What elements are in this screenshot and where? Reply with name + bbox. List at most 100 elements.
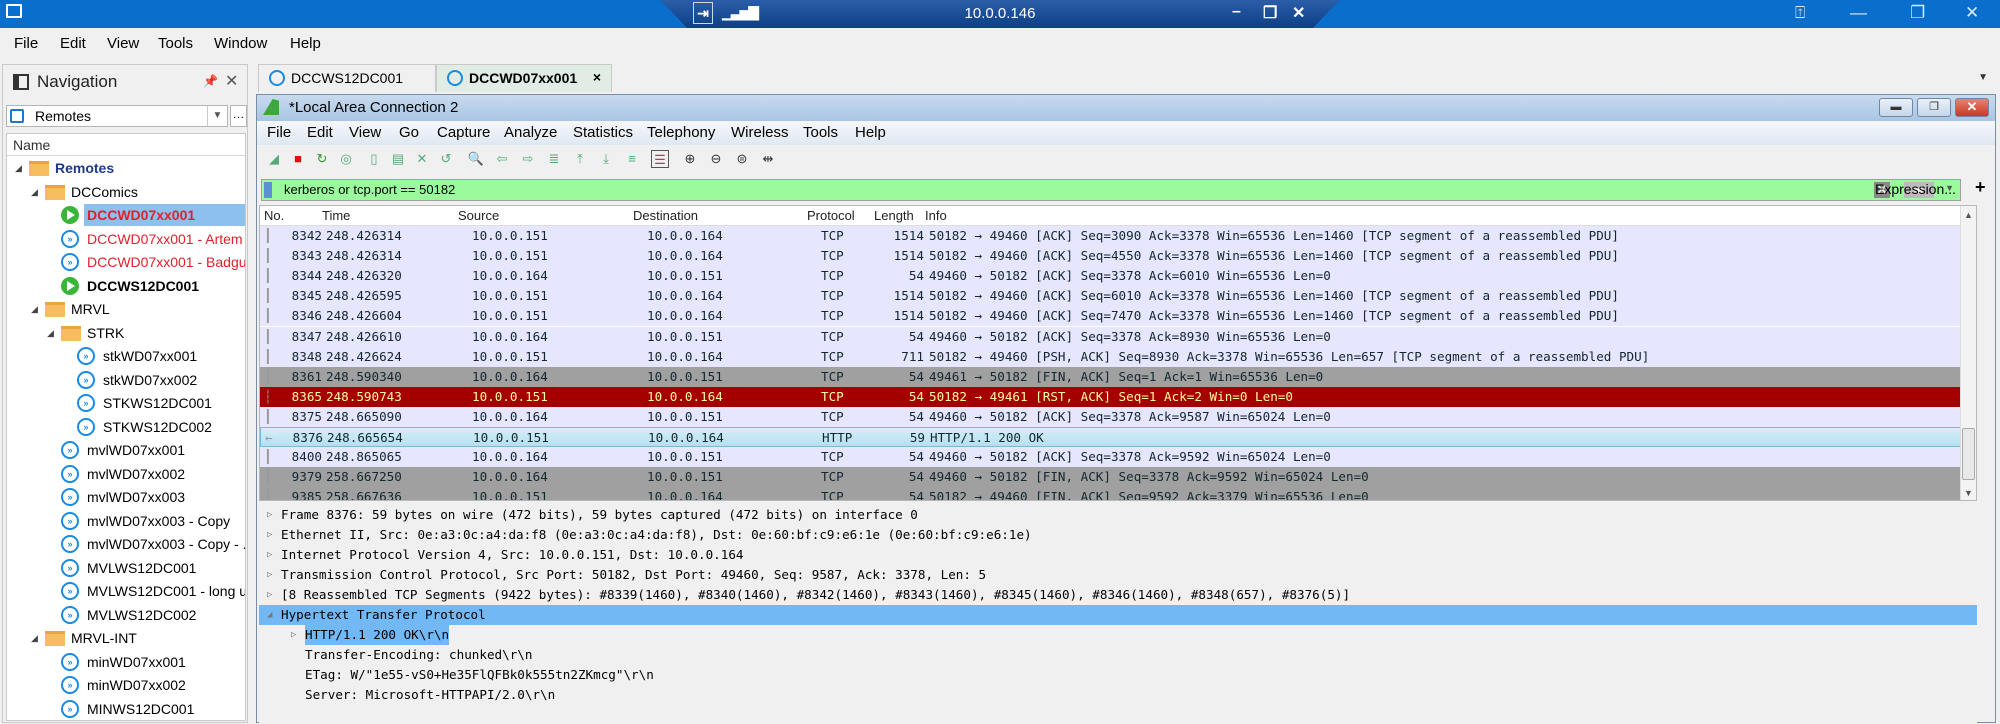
tree-node[interactable]: » MVLWS12DC001 - long user [7, 580, 245, 602]
pin-panel-icon[interactable]: 📌 [203, 74, 218, 88]
ws-menu-statistics[interactable]: Statistics [573, 124, 633, 141]
capture-options-icon[interactable]: ◎ [337, 150, 355, 168]
tab-overflow-icon[interactable]: ▼ [1978, 72, 1988, 83]
tree-node[interactable]: » mvlWD07xx003 [7, 486, 245, 508]
ws-menu-edit[interactable]: Edit [307, 124, 333, 141]
menu-file[interactable]: File [14, 35, 38, 52]
tree-node[interactable]: » MINWS12DC001 [7, 698, 245, 720]
open-file-icon[interactable]: ▯ [365, 150, 383, 168]
ws-restore-button[interactable]: ❐ [1917, 98, 1951, 117]
tree-node[interactable]: ◢ MRVL-INT [7, 627, 245, 649]
autoscroll-icon[interactable]: ≡ [623, 150, 641, 168]
restart-capture-icon[interactable]: ↻ [313, 150, 331, 168]
go-to-packet-icon[interactable]: ≣ [545, 150, 563, 168]
col-protocol[interactable]: Protocol [807, 208, 855, 223]
ws-menu-telephony[interactable]: Telephony [647, 124, 715, 141]
tab-dccws12dc001[interactable]: DCCWS12DC001 [258, 64, 436, 92]
detail-row[interactable]: ◢ Hypertext Transfer Protocol [259, 605, 1977, 625]
tree-node[interactable]: » stkWD07xx002 [7, 369, 245, 391]
packet-row[interactable]: ┃ 8342 248.426314 10.0.0.151 10.0.0.164 TCP 15… [260, 226, 1976, 246]
detail-row[interactable]: Transfer-Encoding: chunked\r\n [259, 645, 1977, 665]
col-time[interactable]: Time [322, 208, 350, 223]
menu-help[interactable]: Help [290, 35, 321, 52]
scroll-thumb[interactable] [1962, 428, 1975, 480]
expand-toggle-icon[interactable]: ◢ [267, 605, 272, 625]
expand-toggle-icon[interactable]: ▷ [267, 585, 272, 605]
menu-edit[interactable]: Edit [60, 35, 86, 52]
packet-row[interactable]: ┃ 8400 248.865065 10.0.0.164 10.0.0.151 TCP 54… [260, 447, 1976, 468]
expand-toggle-icon[interactable]: ▷ [291, 625, 296, 645]
tree-column-header[interactable]: Name [7, 134, 245, 156]
expand-toggle-icon[interactable]: ▷ [267, 565, 272, 585]
packet-row[interactable]: ┃ 8348 248.426624 10.0.0.151 10.0.0.164 TCP 71… [260, 346, 1976, 367]
tree-node[interactable]: » DCCWD07xx001 - Artem [7, 228, 245, 250]
colorize-icon[interactable]: ☰ [651, 150, 669, 168]
go-last-icon[interactable]: ⤓ [597, 150, 615, 168]
scroll-up-icon[interactable]: ▲ [1964, 210, 1973, 220]
menu-view[interactable]: View [107, 35, 139, 52]
col-info[interactable]: Info [925, 208, 947, 223]
rdp-restore-button[interactable]: ❐ [1263, 3, 1277, 23]
scroll-down-icon[interactable]: ▼ [1964, 488, 1973, 498]
expand-toggle-icon[interactable]: ▷ [267, 545, 272, 565]
tree-node[interactable]: » STKWS12DC002 [7, 416, 245, 438]
ws-close-button[interactable]: ✕ [1955, 98, 1989, 117]
ws-menu-go[interactable]: Go [399, 124, 419, 141]
packet-row[interactable]: ┆ 8365 248.590743 10.0.0.151 10.0.0.164 TCP 54… [260, 386, 1976, 407]
close-file-icon[interactable]: ✕ [413, 150, 431, 168]
zoom-in-icon[interactable]: ⊕ [681, 150, 699, 168]
tree-node[interactable]: ◢ MRVL [7, 298, 245, 320]
more-options-button[interactable]: … [230, 105, 247, 127]
tree-node[interactable]: » minWD07xx002 [7, 674, 245, 696]
ws-menu-help[interactable]: Help [855, 124, 886, 141]
detail-row[interactable]: ▷ Frame 8376: 59 bytes on wire (472 bits)… [259, 505, 1977, 525]
tree-node[interactable]: ◢ Remotes [7, 157, 245, 179]
expression-button[interactable]: Expression... [1875, 179, 1956, 199]
packet-list-scrollbar[interactable]: ▲ ▼ [1960, 206, 1976, 500]
zoom-normal-icon[interactable]: ⊜ [733, 150, 751, 168]
ws-menu-wireless[interactable]: Wireless [731, 124, 789, 141]
ws-menu-analyze[interactable]: Analyze [504, 124, 557, 141]
packet-row[interactable]: ┃ 8345 248.426595 10.0.0.151 10.0.0.164 TCP 15… [260, 286, 1976, 307]
close-button[interactable]: ✕ [1965, 3, 1979, 23]
zoom-out-icon[interactable]: ⊖ [707, 150, 725, 168]
tree-node[interactable]: DCCWD07xx001 [7, 204, 245, 226]
shark-fin-start-icon[interactable]: ◢ [265, 150, 283, 168]
tree-node[interactable]: DCCWS12DC001 [7, 275, 245, 297]
stop-capture-icon[interactable]: ■ [289, 150, 307, 168]
rdp-minimize-button[interactable]: – [1232, 3, 1241, 21]
reload-file-icon[interactable]: ↺ [437, 150, 455, 168]
ws-menu-file[interactable]: File [267, 124, 291, 141]
add-filter-button[interactable]: + [1975, 177, 1986, 198]
close-panel-icon[interactable]: ✕ [225, 71, 238, 91]
display-filter-input[interactable]: kerberos or tcp.port == 50182 [284, 182, 455, 197]
tree-node[interactable]: » mvlWD07xx003 - Copy - ... [7, 533, 245, 555]
ws-menu-capture[interactable]: Capture [437, 124, 490, 141]
ws-menu-view[interactable]: View [349, 124, 381, 141]
detail-row[interactable]: ▷ HTTP/1.1 200 OK\r\n [259, 625, 1977, 645]
tree-node[interactable]: ◢ DCComics [7, 181, 245, 203]
restore-up-icon[interactable]: ⍐ [1795, 3, 1805, 23]
col-length[interactable]: Length [874, 208, 914, 223]
detail-row[interactable]: ETag: W/"1e55-vS0+He35FlQFBk0k555tn2ZKmc… [259, 665, 1977, 685]
detail-row[interactable]: Server: Microsoft-HTTPAPI/2.0\r\n [259, 685, 1977, 705]
expand-arrow-icon[interactable]: ◢ [47, 322, 54, 344]
expand-toggle-icon[interactable]: ▷ [267, 505, 272, 525]
tree-node[interactable]: » mvlWD07xx003 - Copy [7, 510, 245, 532]
packet-row[interactable]: ┃ 8361 248.590340 10.0.0.164 10.0.0.151 TCP 54… [260, 366, 1976, 387]
packet-row[interactable]: ┃ 8375 248.665090 10.0.0.164 10.0.0.151 TCP 54… [260, 406, 1976, 427]
expand-arrow-icon[interactable]: ◢ [31, 298, 38, 320]
packet-row[interactable]: ┃ 8344 248.426320 10.0.0.164 10.0.0.151 TCP 54… [260, 266, 1976, 287]
expand-arrow-icon[interactable]: ◢ [31, 627, 38, 649]
go-first-icon[interactable]: ⤒ [571, 150, 589, 168]
tree-node[interactable]: » stkWD07xx001 [7, 345, 245, 367]
minimize-button[interactable]: — [1850, 3, 1867, 23]
remotes-combo[interactable]: Remotes ▼ [6, 105, 228, 127]
tree-node[interactable]: » minWD07xx001 [7, 651, 245, 673]
packet-row[interactable]: ┃ 8347 248.426610 10.0.0.164 10.0.0.151 TCP 54… [260, 326, 1976, 347]
col-no[interactable]: No. [264, 208, 284, 223]
tree-node[interactable]: » mvlWD07xx001 [7, 439, 245, 461]
packet-row[interactable]: ┃ 9385 258.667636 10.0.0.151 10.0.0.164 TCP 54… [260, 487, 1976, 500]
packet-row[interactable]: ┃ 8343 248.426314 10.0.0.151 10.0.0.164 TCP 15… [260, 246, 1976, 267]
expand-arrow-icon[interactable]: ◢ [15, 157, 22, 179]
